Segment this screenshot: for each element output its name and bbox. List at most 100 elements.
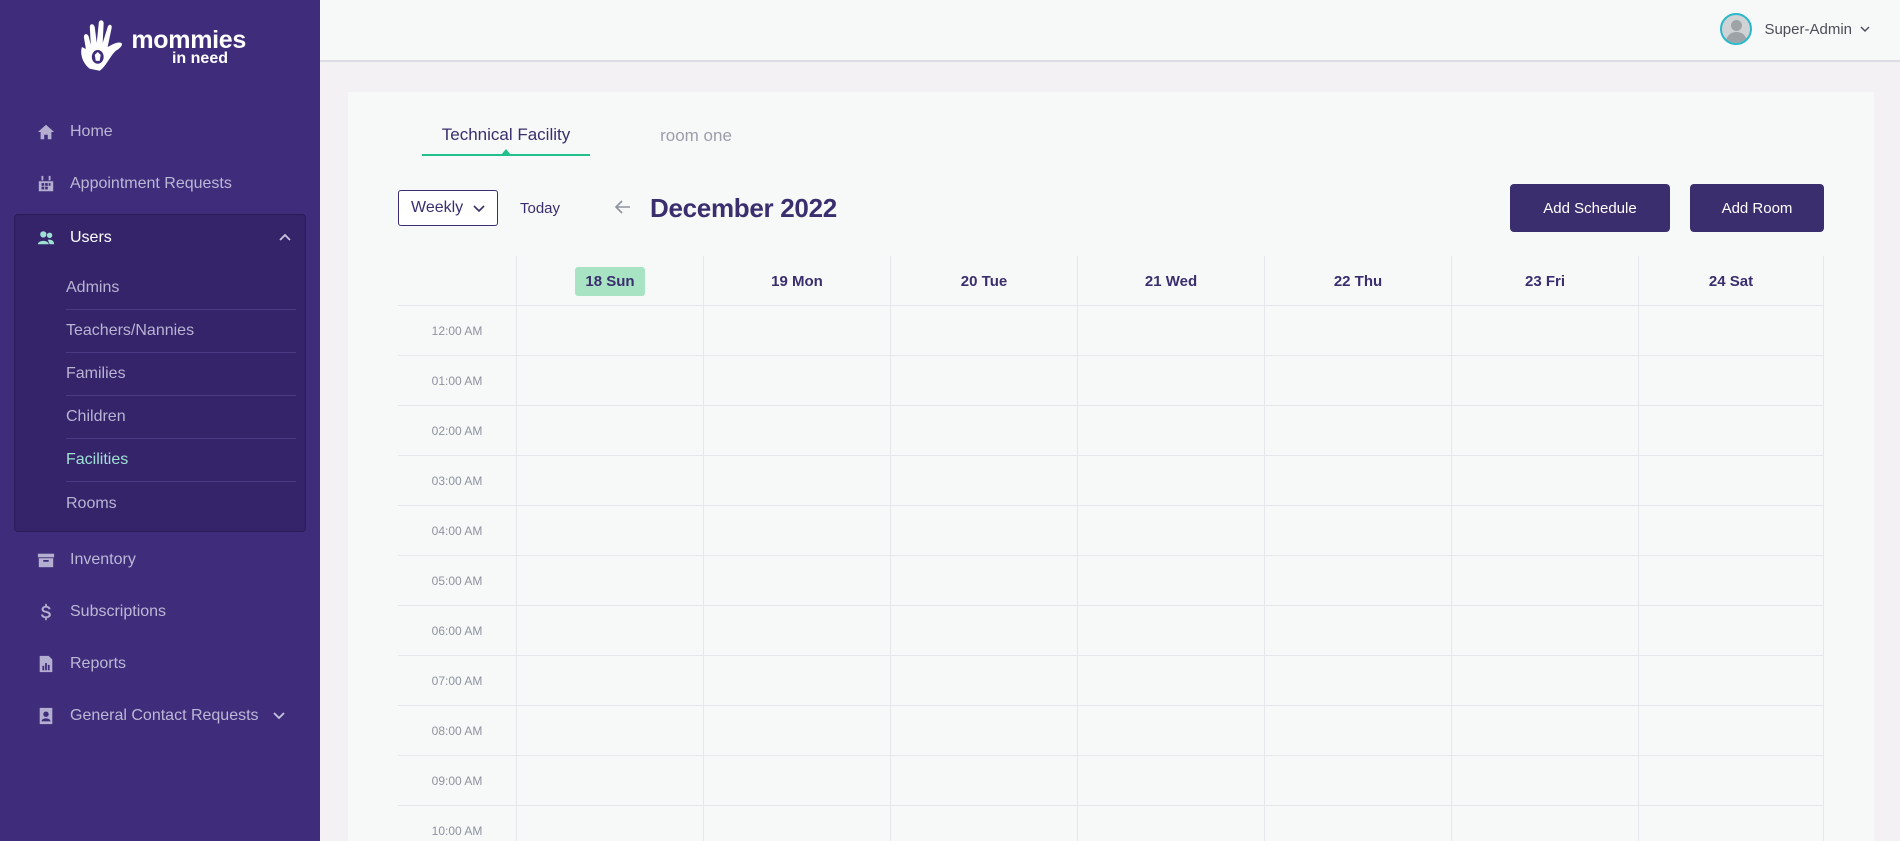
user-name: Super-Admin [1764,20,1852,38]
column-divider [516,256,517,841]
report-icon [36,654,56,674]
view-mode-select[interactable]: Weekly [398,190,498,226]
sidebar-item-inventory[interactable]: Inventory [36,546,136,574]
chevron-up-icon [279,233,291,241]
time-label: 06:00 AM [431,624,483,638]
sidebar-item-general-contact-requests[interactable]: General Contact Requests [36,702,286,730]
time-slot-row[interactable]: 12:00 AM [398,306,1824,356]
day-header-label: 20 Tue [960,272,1008,290]
avatar [1720,13,1753,45]
users-icon [36,228,56,248]
sidebar-item-label: Inventory [70,551,136,568]
tab-label: room one [660,126,732,145]
month-title: December 2022 [650,192,837,223]
sidebar-subitem-teachers-nannies[interactable]: Teachers/Nannies [66,310,296,353]
day-header[interactable]: 23 Fri [1451,256,1638,306]
today-button[interactable]: Today [520,195,560,221]
sidebar-subitem-label: Facilities [66,451,129,468]
sidebar-subitem-children[interactable]: Children [66,396,296,439]
column-divider [1451,256,1452,841]
view-mode-value: Weekly [411,199,464,216]
time-label: 07:00 AM [431,674,483,688]
active-tab-caret [501,149,511,155]
week-calendar: 18 Sun 19 Mon 20 Tue 21 Wed 22 Thu 23 Fr… [398,256,1824,841]
arrow-left-icon[interactable] [614,199,632,215]
time-label: 09:00 AM [431,774,483,788]
sidebar-subitem-label: Admins [66,279,120,296]
column-divider [890,256,891,841]
day-header-label: 21 Wed [1144,272,1198,290]
day-header[interactable]: 21 Wed [1077,256,1264,306]
time-slot-row[interactable]: 05:00 AM [398,556,1824,606]
day-header-label: 23 Fri [1524,272,1566,290]
time-slot-row[interactable]: 09:00 AM [398,756,1824,806]
time-label: 10:00 AM [431,824,483,838]
sidebar-item-appointment-requests[interactable]: Appointment Requests [36,170,232,198]
time-slot-row[interactable]: 01:00 AM [398,356,1824,406]
brand-text: mommies in need [131,27,246,67]
chevron-down-icon [473,205,485,213]
sidebar-subitem-label: Rooms [66,494,117,512]
dollar-icon [36,602,56,622]
tab-label: Technical Facility [441,125,571,144]
sidebar-item-label: Subscriptions [70,603,167,620]
add-room-button[interactable]: Add Room [1690,184,1824,232]
sidebar-item-label: Reports [70,655,127,672]
day-header-label: 22 Thu [1333,272,1383,290]
time-label: 08:00 AM [431,724,483,738]
sidebar-subitem-label: Teachers/Nannies [66,322,195,339]
column-divider [703,256,704,841]
day-header[interactable]: 18 Sun [516,256,703,306]
brand-logo[interactable]: mommies in need [76,18,246,76]
day-header-label: 18 Sun [575,266,645,296]
add-schedule-button[interactable]: Add Schedule [1510,184,1670,232]
home-icon [36,122,56,142]
sidebar-item-reports[interactable]: Reports [36,650,126,678]
time-slot-row[interactable]: 08:00 AM [398,706,1824,756]
calendar-header: 18 Sun 19 Mon 20 Tue 21 Wed 22 Thu 23 Fr… [398,256,1824,306]
sidebar-item-label: Users [70,229,112,246]
time-slot-row[interactable]: 06:00 AM [398,606,1824,656]
archive-icon [36,550,56,570]
sidebar-item-home[interactable]: Home [36,118,113,146]
tab-technical-facility[interactable]: Technical Facility [422,116,590,156]
top-header: Super-Admin [320,0,1900,62]
users-group: Users Admins Teachers/Nannies Families C… [14,214,306,532]
day-header[interactable]: 19 Mon [703,256,890,306]
time-slot-row[interactable]: 02:00 AM [398,406,1824,456]
sidebar-subitem-admins[interactable]: Admins [66,267,296,310]
calendar-icon [36,174,56,194]
time-slot-row[interactable]: 07:00 AM [398,656,1824,706]
sidebar-subitem-label: Families [66,365,126,382]
sidebar-item-users[interactable]: Users [36,223,292,253]
chevron-down-icon [273,712,285,720]
day-header[interactable]: 20 Tue [890,256,1077,306]
user-menu[interactable]: Super-Admin [1720,12,1870,46]
time-label: 04:00 AM [431,524,483,538]
time-slot-row[interactable]: 03:00 AM [398,456,1824,506]
time-label: 12:00 AM [431,324,483,338]
time-slot-row[interactable]: 10:00 AM [398,806,1824,841]
hand-logo-icon [81,20,122,71]
today-label: Today [520,199,561,217]
sidebar-item-label: Appointment Requests [70,175,232,192]
sidebar-subitem-rooms[interactable]: Rooms [66,482,296,525]
column-divider [1077,256,1078,841]
day-header[interactable]: 22 Thu [1264,256,1451,306]
sidebar-item-label: Home [70,123,113,140]
sidebar-subitem-label: Children [66,408,126,425]
sidebar: mommies in need Home Appointment Request… [0,0,320,841]
sidebar-item-label: General Contact Requests [70,707,259,724]
day-header[interactable]: 24 Sat [1638,256,1824,306]
sidebar-subitem-families[interactable]: Families [66,353,296,396]
time-slot-row[interactable]: 04:00 AM [398,506,1824,556]
day-header-label: 19 Mon [771,272,823,290]
add-schedule-label: Add Schedule [1543,199,1637,217]
sidebar-subitem-facilities[interactable]: Facilities [66,439,296,482]
column-divider [1264,256,1265,841]
column-divider [1638,256,1639,841]
sidebar-item-subscriptions[interactable]: Subscriptions [36,598,166,626]
chevron-down-icon [1860,26,1870,33]
column-divider [1823,256,1824,841]
tab-room-one[interactable]: room one [648,116,744,156]
